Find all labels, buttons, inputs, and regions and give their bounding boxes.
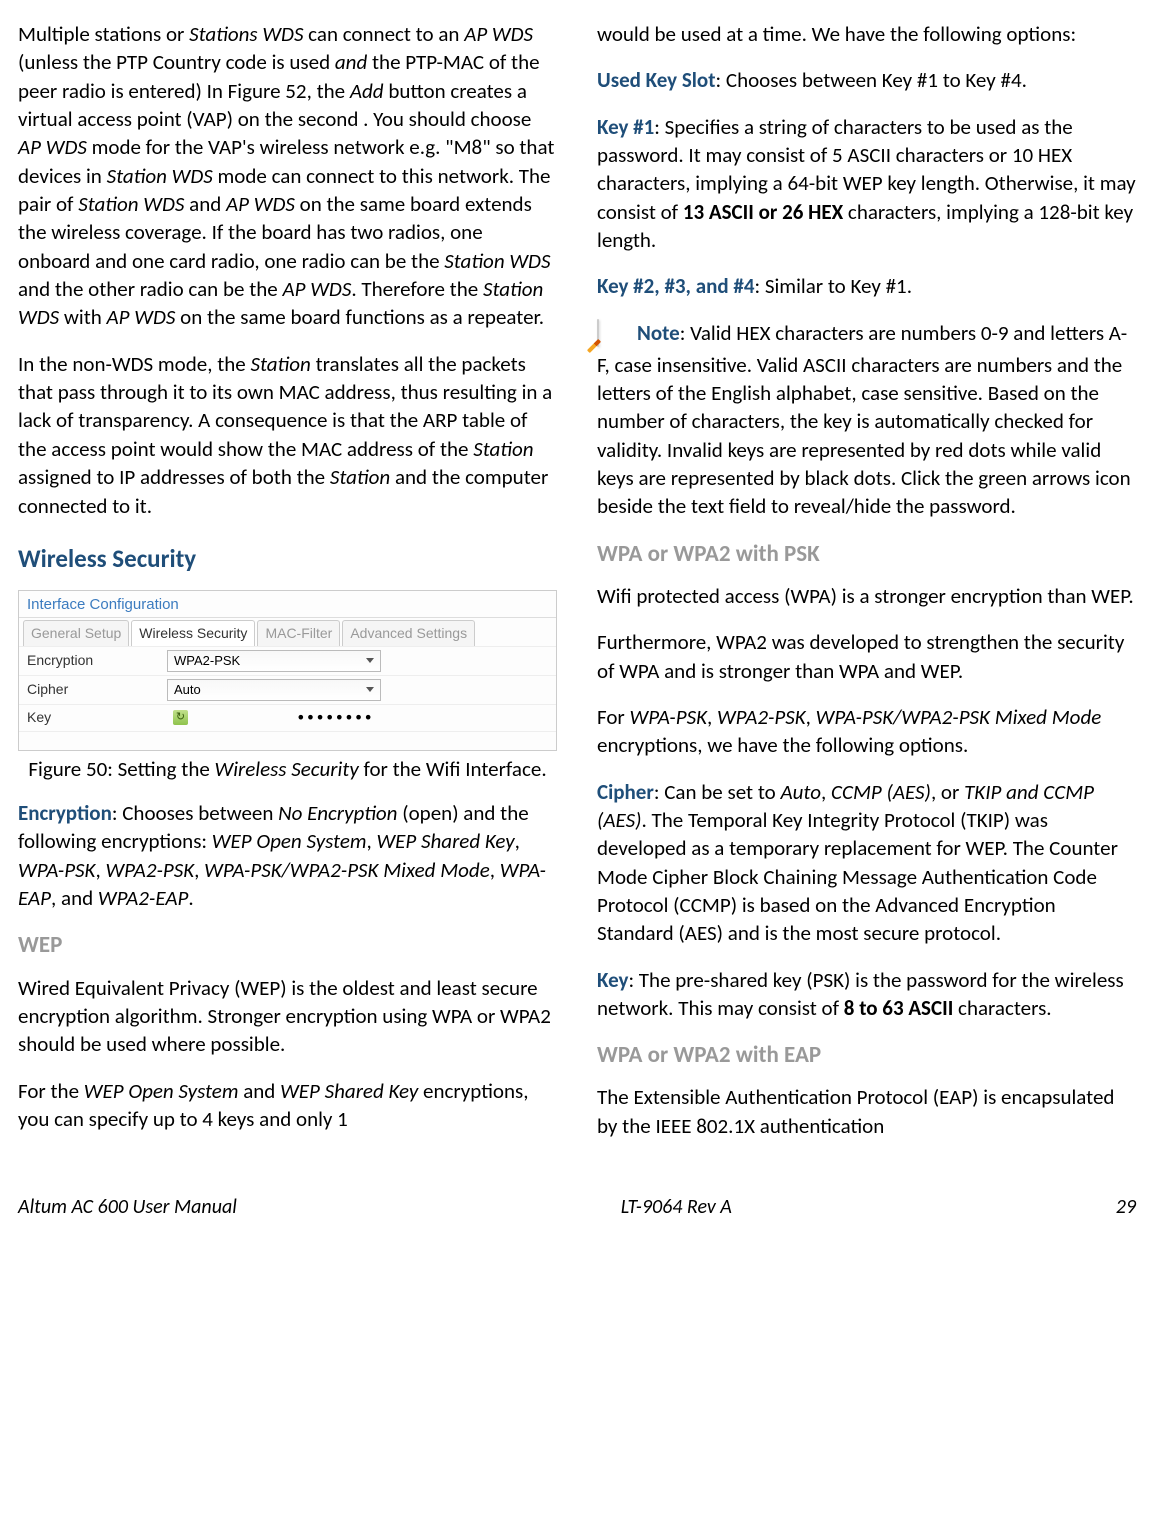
row-key: Key ↻ •••••••• <box>19 704 556 731</box>
label-key: Key <box>27 708 167 727</box>
footer-center: LT-9064 Rev A <box>621 1194 732 1221</box>
footer-right: 29 <box>1116 1194 1136 1221</box>
figure-padding <box>19 731 556 750</box>
paragraph-key-psk: Key: The pre-shared key (PSK) is the pas… <box>597 966 1136 1023</box>
input-key-value[interactable]: •••••••• <box>296 707 373 729</box>
paragraph-wds-1: Multiple stations or Stations WDS can co… <box>18 20 557 332</box>
figure-caption-50: Figure 50: Setting the Wireless Security… <box>18 755 557 783</box>
select-encryption-value: WPA2-PSK <box>174 652 240 670</box>
paragraph-encryption: Encryption: Chooses between No Encryptio… <box>18 799 557 912</box>
page-footer: Altum AC 600 User Manual LT-9064 Rev A 2… <box>18 1186 1136 1221</box>
tab-advanced-settings[interactable]: Advanced Settings <box>342 620 475 646</box>
two-column-layout: Multiple stations or Stations WDS can co… <box>18 20 1136 1158</box>
tab-wireless-security[interactable]: Wireless Security <box>131 620 255 646</box>
paragraph-wds-2: In the non-WDS mode, the Station transla… <box>18 350 557 520</box>
paragraph-wpa-3: For WPA-PSK, WPA2-PSK, WPA-PSK/WPA2-PSK … <box>597 703 1136 760</box>
paragraph-key1: Key #1: Specifies a string of characters… <box>597 113 1136 255</box>
paragraph-eap-1: The Extensible Authentication Protocol (… <box>597 1083 1136 1140</box>
tab-general-setup[interactable]: General Setup <box>23 620 129 646</box>
paragraph-wpa-1: Wifi protected access (WPA) is a stronge… <box>597 582 1136 610</box>
tab-list: General Setup Wireless Security MAC-Filt… <box>19 618 556 646</box>
select-encryption[interactable]: WPA2-PSK <box>167 650 381 672</box>
paragraph-cipher: Cipher: Can be set to Auto, CCMP (AES), … <box>597 778 1136 948</box>
paragraph-continued: would be used at a time. We have the fol… <box>597 20 1136 48</box>
heading-wireless-security: Wireless Security <box>18 542 557 576</box>
row-encryption: Encryption WPA2-PSK <box>19 646 556 675</box>
heading-wpa-eap: WPA or WPA2 with EAP <box>597 1040 1136 1071</box>
left-column: Multiple stations or Stations WDS can co… <box>18 20 557 1158</box>
paragraph-wpa-2: Furthermore, WPA2 was developed to stren… <box>597 628 1136 685</box>
note-text: Note: Valid HEX characters are numbers 0… <box>597 320 1131 520</box>
reveal-password-icon[interactable]: ↻ <box>173 710 188 725</box>
select-cipher[interactable]: Auto <box>167 679 381 701</box>
input-key-container: ↻ •••••••• <box>167 708 379 728</box>
paragraph-wep-1: Wired Equivalent Privacy (WEP) is the ol… <box>18 974 557 1059</box>
label-cipher: Cipher <box>27 680 167 699</box>
select-cipher-value: Auto <box>174 681 201 699</box>
row-cipher: Cipher Auto <box>19 675 556 704</box>
figure-interface-config: Interface Configuration General Setup Wi… <box>18 590 557 751</box>
paragraph-used-key-slot: Used Key Slot: Chooses between Key #1 to… <box>597 66 1136 94</box>
right-column: would be used at a time. We have the fol… <box>597 20 1136 1158</box>
footer-left: Altum AC 600 User Manual <box>18 1194 237 1221</box>
heading-wep: WEP <box>18 930 557 961</box>
tab-mac-filter[interactable]: MAC-Filter <box>257 620 340 646</box>
chevron-down-icon <box>366 658 374 663</box>
chevron-down-icon <box>366 687 374 692</box>
heading-wpa-psk: WPA or WPA2 with PSK <box>597 539 1136 570</box>
label-encryption: Encryption <box>27 651 167 670</box>
paragraph-note: Note: Valid HEX characters are numbers 0… <box>597 319 1136 521</box>
paragraph-key234: Key #2, #3, and #4: Similar to Key #1. <box>597 272 1136 300</box>
fieldset-legend: Interface Configuration <box>19 591 556 618</box>
paragraph-wep-2: For the WEP Open System and WEP Shared K… <box>18 1077 557 1134</box>
note-icon <box>597 319 633 351</box>
